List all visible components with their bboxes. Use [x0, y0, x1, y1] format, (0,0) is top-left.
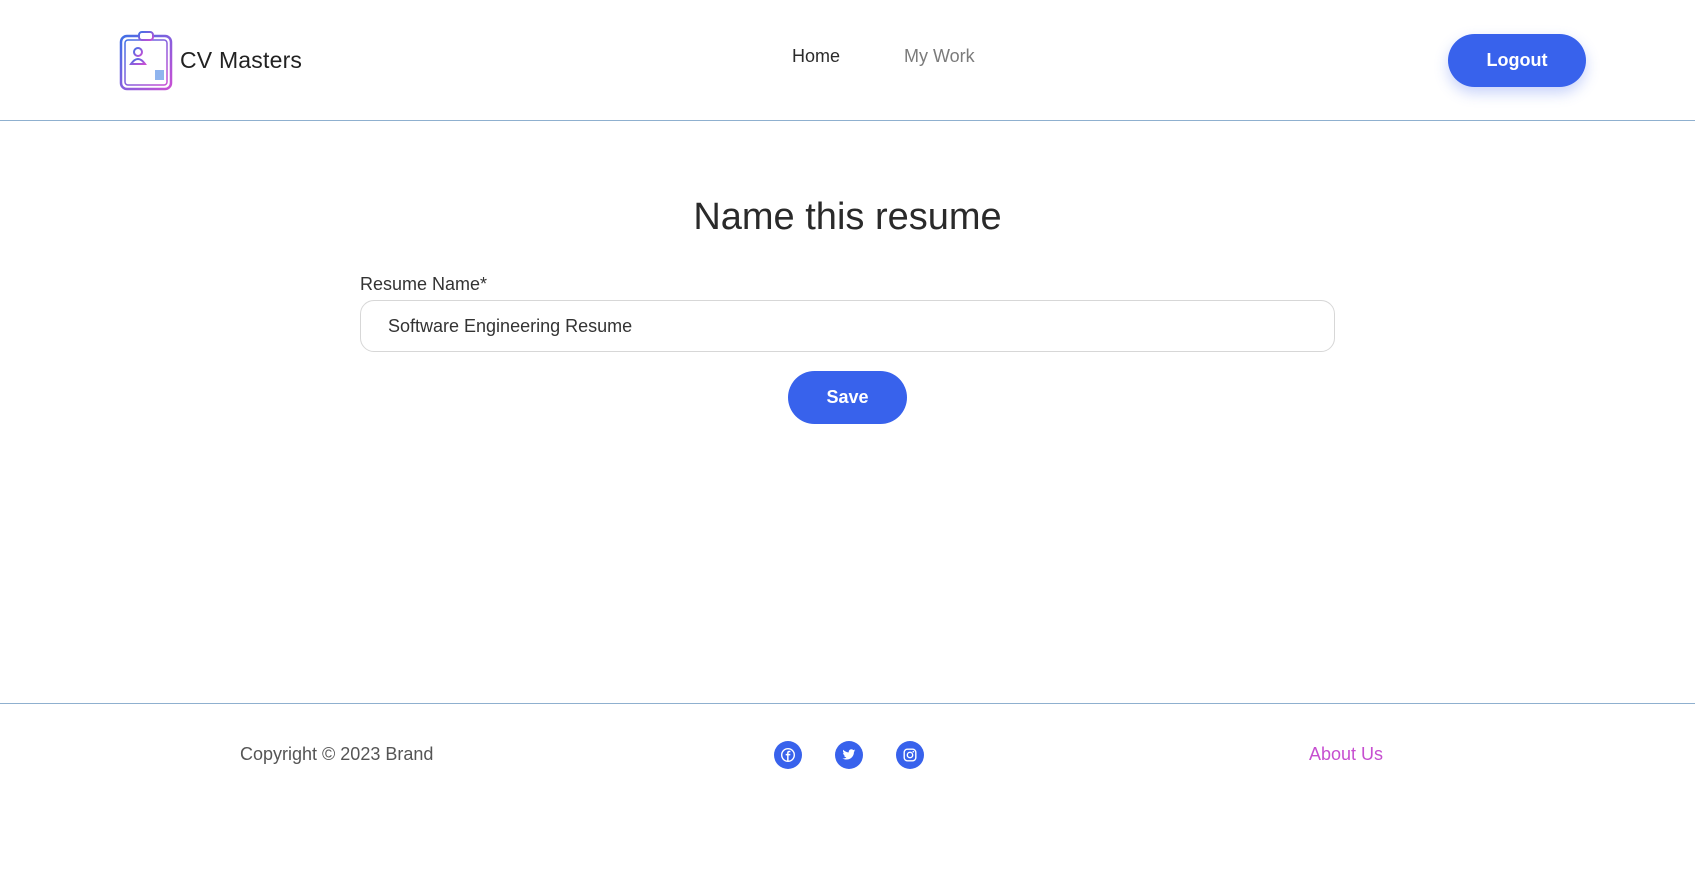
- copyright-text: Copyright © 2023 Brand: [240, 744, 434, 764]
- main-nav: Home My Work: [792, 46, 975, 67]
- resume-clipboard-icon: [119, 31, 173, 91]
- resume-name-input[interactable]: [360, 300, 1335, 352]
- about-us-link[interactable]: About Us: [1309, 744, 1383, 765]
- facebook-icon[interactable]: [774, 741, 802, 769]
- nav-my-work-link[interactable]: My Work: [904, 46, 975, 67]
- site-header: CV Masters Home My Work Logout: [0, 0, 1695, 121]
- nav-home-link[interactable]: Home: [792, 46, 840, 67]
- brand-name: CV Masters: [180, 47, 303, 73]
- twitter-icon[interactable]: [835, 741, 863, 769]
- resume-name-label: Resume Name*: [360, 274, 488, 294]
- save-button[interactable]: Save: [788, 371, 907, 424]
- brand-link[interactable]: CV Masters: [118, 30, 302, 91]
- site-footer: Copyright © 2023 Brand About Us: [0, 703, 1695, 885]
- social-links: [774, 741, 924, 769]
- page-title: Name this resume: [693, 196, 1002, 238]
- logout-button[interactable]: Logout: [1448, 34, 1586, 87]
- instagram-icon[interactable]: [896, 741, 924, 769]
